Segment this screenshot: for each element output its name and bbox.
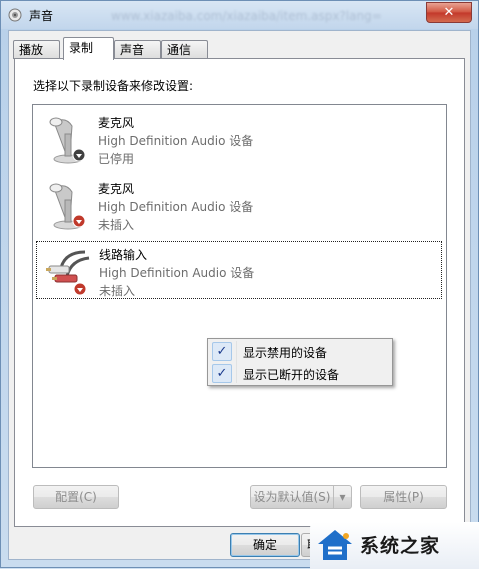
set-default-button[interactable]: 设为默认值(S) bbox=[250, 485, 334, 509]
device-status: 未插入 bbox=[98, 218, 135, 232]
tab-sounds[interactable]: 声音 bbox=[114, 40, 161, 59]
device-name: 线路输入 bbox=[99, 248, 148, 262]
menu-item-label: 显示已断开的设备 bbox=[243, 368, 340, 382]
set-default-dropdown-button[interactable]: ▾ bbox=[333, 485, 352, 509]
configure-button[interactable]: 配置(C) bbox=[33, 485, 119, 509]
device-status: 未插入 bbox=[99, 284, 136, 298]
menu-item-label: 显示禁用的设备 bbox=[243, 346, 328, 360]
disabled-badge-icon bbox=[72, 148, 86, 162]
device-list-context-menu: ✓ 显示禁用的设备 ✓ 显示已断开的设备 bbox=[207, 338, 393, 386]
recording-device-list[interactable]: 麦克风 High Definition Audio 设备 已停用 麦克风 Hig… bbox=[32, 104, 447, 468]
device-description: High Definition Audio 设备 bbox=[98, 200, 254, 214]
watermark-overlay: 系统之家 bbox=[310, 522, 479, 569]
check-icon: ✓ bbox=[212, 364, 232, 383]
speaker-icon bbox=[8, 8, 22, 22]
tab-communications[interactable]: 通信 bbox=[161, 40, 208, 59]
tab-playback[interactable]: 播放 bbox=[13, 40, 60, 59]
title-bar[interactable]: 声音 www.xiazaiba.com/xiazaiba/item.aspx?l… bbox=[1, 1, 478, 29]
device-status: 已停用 bbox=[98, 152, 135, 166]
tab-recording[interactable]: 录制 bbox=[63, 37, 114, 60]
watermark-text: 系统之家 bbox=[360, 535, 441, 557]
ok-button[interactable]: 确定 bbox=[230, 533, 300, 557]
menu-item-show-disabled[interactable]: ✓ 显示禁用的设备 bbox=[210, 341, 390, 362]
properties-button[interactable]: 属性(P) bbox=[360, 485, 447, 509]
blurred-address-text: www.xiazaiba.com/xiazaiba/item.aspx?lang… bbox=[111, 9, 382, 23]
sound-dialog-window: 声音 www.xiazaiba.com/xiazaiba/item.aspx?l… bbox=[0, 0, 479, 569]
device-name: 麦克风 bbox=[98, 182, 135, 196]
window-title: 声音 bbox=[29, 9, 54, 23]
device-item-line-in[interactable]: 线路输入 High Definition Audio 设备 未插入 bbox=[36, 241, 442, 299]
check-icon: ✓ bbox=[212, 342, 232, 361]
device-item-microphone-2[interactable]: 麦克风 High Definition Audio 设备 未插入 bbox=[36, 176, 442, 234]
close-button[interactable]: ✕ bbox=[426, 2, 472, 23]
unplugged-badge-icon bbox=[72, 214, 86, 228]
device-name: 麦克风 bbox=[98, 116, 135, 130]
instructions-label: 选择以下录制设备来修改设置: bbox=[33, 79, 194, 93]
house-logo-icon bbox=[318, 530, 352, 560]
menu-item-show-disconnected[interactable]: ✓ 显示已断开的设备 bbox=[210, 363, 390, 384]
unplugged-badge-icon bbox=[73, 282, 87, 296]
device-item-microphone-1[interactable]: 麦克风 High Definition Audio 设备 已停用 bbox=[36, 110, 442, 168]
device-description: High Definition Audio 设备 bbox=[98, 134, 254, 148]
device-description: High Definition Audio 设备 bbox=[99, 266, 255, 280]
